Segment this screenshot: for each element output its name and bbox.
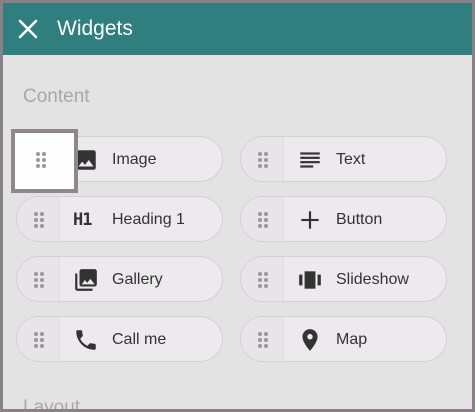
phone-icon [73,327,99,353]
drag-handle-icon [258,272,268,288]
panel-header: Widgets [3,3,472,55]
widget-button[interactable]: Button [240,196,447,242]
widget-gallery[interactable]: Gallery [16,256,223,302]
drag-handle[interactable] [241,137,284,181]
drag-handle[interactable] [241,197,284,241]
plus-icon [297,207,323,233]
section-title-content: Content [23,86,90,107]
widget-image[interactable]: Image [16,136,223,182]
text-lines-icon [297,147,323,173]
widget-label: Text [336,151,366,168]
widget-label: Slideshow [336,271,409,288]
drag-handle-icon [258,332,268,348]
widget-label: Call me [112,331,167,348]
widget-label: Gallery [112,271,163,288]
drag-handle[interactable] [17,137,60,181]
map-pin-icon [297,327,323,353]
widget-label: Button [336,211,383,228]
widget-heading-1[interactable]: H1 Heading 1 [16,196,223,242]
panel-title: Widgets [57,17,133,40]
drag-handle-icon [34,332,44,348]
widget-label: Map [336,331,368,348]
widget-label: Heading 1 [112,211,185,228]
drag-handle-icon [34,272,44,288]
drag-handle[interactable] [241,317,284,361]
drag-handle[interactable] [17,317,60,361]
section-title-layout: Layout [23,397,81,412]
drag-handle[interactable] [17,197,60,241]
gallery-icon [73,267,99,293]
close-icon [18,19,38,39]
drag-handle[interactable] [17,257,60,301]
widget-slideshow[interactable]: Slideshow [240,256,447,302]
slideshow-icon [297,267,323,293]
widget-text[interactable]: Text [240,136,447,182]
heading-icon: H1 [73,210,92,230]
image-icon [73,147,99,173]
widget-label: Image [112,151,157,168]
widget-call-me[interactable]: Call me [16,316,223,362]
drag-handle-icon [258,212,268,228]
widget-map[interactable]: Map [240,316,447,362]
drag-handle[interactable] [241,257,284,301]
widgets-panel: Widgets Content Image Text H1 Heading 1 … [0,0,475,412]
drag-handle-icon [258,152,268,168]
close-button[interactable] [15,16,41,42]
drag-handle-icon [34,212,44,228]
drag-handle-icon [34,152,44,168]
